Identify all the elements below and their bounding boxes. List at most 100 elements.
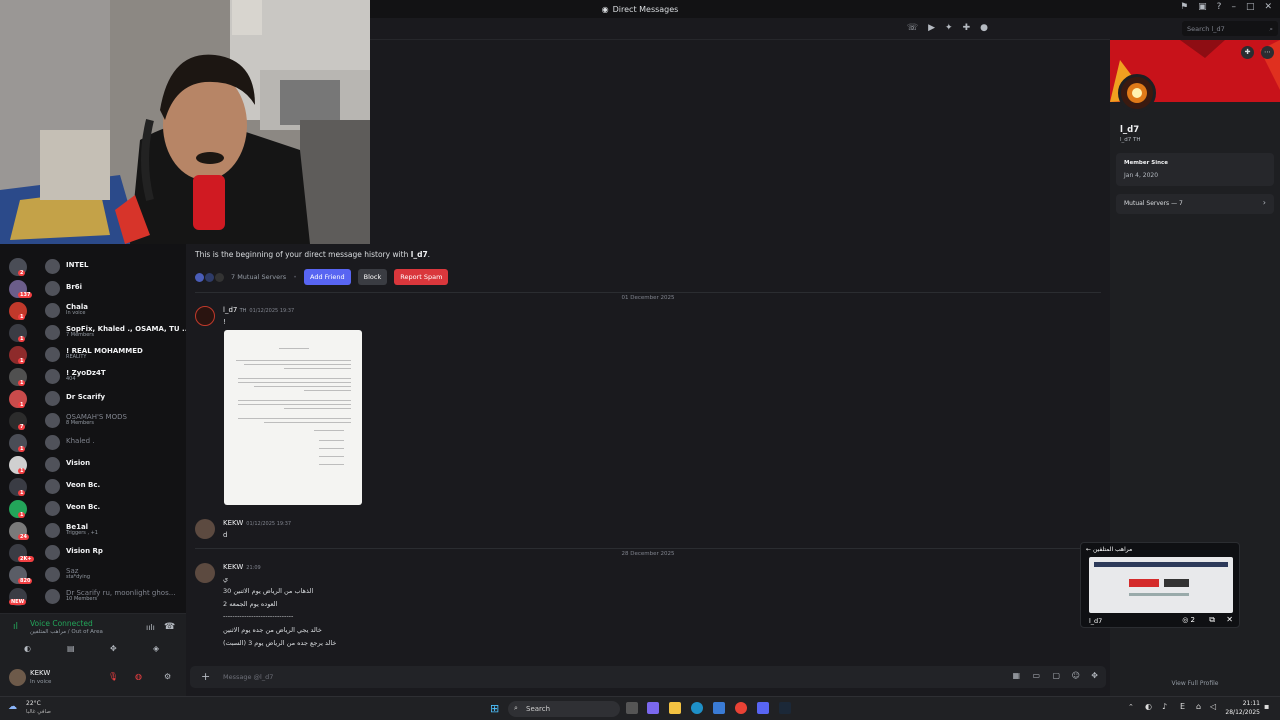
profile-icon[interactable]: ●	[980, 23, 988, 33]
sticker-icon[interactable]: ▢	[1052, 671, 1060, 680]
dm-name: Vision Rp	[66, 547, 103, 556]
noise-icon[interactable]: ıılı	[146, 623, 155, 632]
dm-intro: This is the beginning of your direct mes…	[195, 250, 431, 259]
profile-avatar[interactable]	[1118, 74, 1156, 112]
add-attachment-icon[interactable]: +	[201, 670, 210, 683]
unread-badge: 24	[18, 534, 29, 540]
minimize-button[interactable]: –	[1231, 2, 1236, 12]
message-author[interactable]: KEKW	[223, 563, 243, 571]
mute-icon[interactable]: 🎙	[108, 672, 118, 681]
windows-start-icon[interactable]: ⊞	[490, 702, 499, 715]
activities-icon[interactable]: ✥	[110, 644, 117, 653]
network-icon[interactable]: ⌂	[1196, 702, 1201, 711]
language-icon[interactable]: E	[1180, 702, 1185, 711]
screen-icon[interactable]: ▣	[1198, 2, 1207, 12]
disconnect-icon[interactable]: ☎	[164, 622, 175, 632]
call-icon[interactable]: ☏	[907, 23, 918, 33]
dm-item[interactable]: SopFix, Khaled ., OSAMA, TU ... 7 Members	[36, 321, 186, 343]
copilot-icon[interactable]	[647, 702, 659, 714]
more-icon[interactable]: ⋯	[1261, 46, 1274, 59]
gift-icon[interactable]: ▦	[1012, 671, 1020, 680]
dm-item[interactable]: Veon Bc.	[36, 475, 186, 497]
dm-item[interactable]: ! REAL MOHAMMED REALITY	[36, 343, 186, 365]
dm-item[interactable]: Khaled .	[36, 431, 186, 453]
block-button[interactable]: Block	[357, 269, 388, 285]
add-friend-button[interactable]: Add Friend	[304, 269, 351, 285]
edge-icon[interactable]	[691, 702, 703, 714]
unread-badge: 1	[18, 402, 26, 408]
dm-item[interactable]: Vision Rp	[36, 541, 186, 563]
dm-item[interactable]: Be1al Triggers , +1	[36, 519, 186, 541]
member-since-label: Member Since	[1124, 160, 1168, 166]
dm-item[interactable]: Veon Bc.	[36, 497, 186, 519]
soundboard-icon[interactable]: ◈	[153, 644, 159, 653]
help-icon[interactable]: ?	[1217, 2, 1222, 12]
dm-item[interactable]: ! ZyoDz4T 404	[36, 365, 186, 387]
discord-taskbar-icon[interactable]	[757, 702, 769, 714]
window-title: Direct Messages	[612, 4, 679, 14]
chrome-icon[interactable]	[735, 702, 747, 714]
weather-icon[interactable]: ☁	[8, 702, 17, 712]
store-icon[interactable]	[713, 702, 725, 714]
pip-user: l_d7	[1089, 617, 1103, 625]
stream-pip[interactable]: ← مراهب المتلفين l_d7 ◎ 2 ⧉ ✕	[1080, 542, 1240, 628]
member-since-value: Jan 4, 2020	[1124, 172, 1159, 179]
mutual-servers-link[interactable]: 7 Mutual Servers	[231, 273, 286, 281]
dm-item[interactable]: Vision	[36, 453, 186, 475]
dm-item[interactable]: INTEL	[36, 255, 186, 277]
message-time: 01/12/2025 19:37	[246, 521, 292, 527]
unread-badge: 1	[18, 468, 26, 474]
deafen-icon[interactable]: ◍	[135, 672, 142, 681]
message-input[interactable]: Message @l_d7	[223, 673, 273, 681]
tray-app-icon[interactable]: ◐	[1145, 702, 1152, 711]
volume-icon[interactable]: ◁	[1210, 702, 1216, 711]
pin-icon[interactable]: ✦	[945, 23, 953, 33]
apps-icon[interactable]: ✥	[1091, 671, 1098, 680]
message-author[interactable]: l_d7	[223, 306, 237, 314]
view-full-profile-link[interactable]: View Full Profile	[1110, 680, 1280, 687]
settings-icon[interactable]: ⚙	[164, 672, 171, 681]
avatar[interactable]	[9, 669, 26, 686]
message-author[interactable]: KEKW	[223, 519, 243, 527]
voice-status: Voice Connected	[30, 619, 93, 628]
dm-item[interactable]: OSAMAH'S MODS 8 Members	[36, 409, 186, 431]
document-attachment[interactable]	[224, 330, 362, 505]
video-icon[interactable]: ▶	[928, 23, 935, 33]
camera-icon[interactable]: ◐	[24, 644, 31, 653]
tray-chevron-icon[interactable]: ⌃	[1128, 703, 1134, 711]
search-input[interactable]: Search l_d7 ⌕	[1182, 21, 1278, 36]
avatar[interactable]	[195, 563, 215, 583]
profile-name: l_d7	[1120, 125, 1140, 135]
clock-date[interactable]: 28/12/2025	[1222, 709, 1260, 716]
screen-share-icon[interactable]: ▤	[67, 644, 75, 653]
steam-icon[interactable]	[779, 702, 791, 714]
dm-item[interactable]: Saz sta*dying	[36, 563, 186, 585]
avatar[interactable]	[195, 519, 215, 539]
mutual-avatars-icon	[195, 272, 224, 282]
user-name: KEKW	[30, 669, 51, 677]
mic-icon[interactable]: ♪	[1162, 702, 1167, 711]
notification-icon[interactable]: ▪	[1264, 702, 1269, 711]
avatar[interactable]	[195, 306, 215, 326]
task-view-icon[interactable]	[626, 702, 638, 714]
close-stream-icon[interactable]: ✕	[1226, 615, 1233, 624]
clock-time[interactable]: 21:11	[1226, 700, 1260, 707]
add-friend-icon[interactable]: ✚	[963, 23, 971, 33]
dm-item[interactable]: Dr Scarify	[36, 387, 186, 409]
unread-badge: 1	[18, 314, 26, 320]
maximize-button[interactable]: □	[1246, 2, 1255, 12]
gif-icon[interactable]: ▭	[1032, 671, 1040, 680]
popout-icon[interactable]: ⧉	[1209, 615, 1215, 625]
inbox-icon[interactable]: ⚑	[1180, 2, 1188, 12]
add-friend-icon[interactable]: ✚	[1241, 46, 1254, 59]
file-explorer-icon[interactable]	[669, 702, 681, 714]
close-button[interactable]: ✕	[1264, 2, 1272, 12]
dm-item[interactable]: Chala In voice	[36, 299, 186, 321]
emoji-icon[interactable]: ☺	[1072, 671, 1080, 680]
member-since-box: Member Since Jan 4, 2020	[1116, 153, 1274, 186]
dm-item[interactable]: Dr Scarify ru, moonlight ghos... 10 Membe…	[36, 585, 186, 607]
dm-item[interactable]: Br6i	[36, 277, 186, 299]
report-spam-button[interactable]: Report Spam	[394, 269, 449, 285]
mutual-servers-box[interactable]: Mutual Servers — 7 ›	[1116, 194, 1274, 214]
taskbar-search[interactable]: ⌕ Search	[508, 701, 620, 717]
